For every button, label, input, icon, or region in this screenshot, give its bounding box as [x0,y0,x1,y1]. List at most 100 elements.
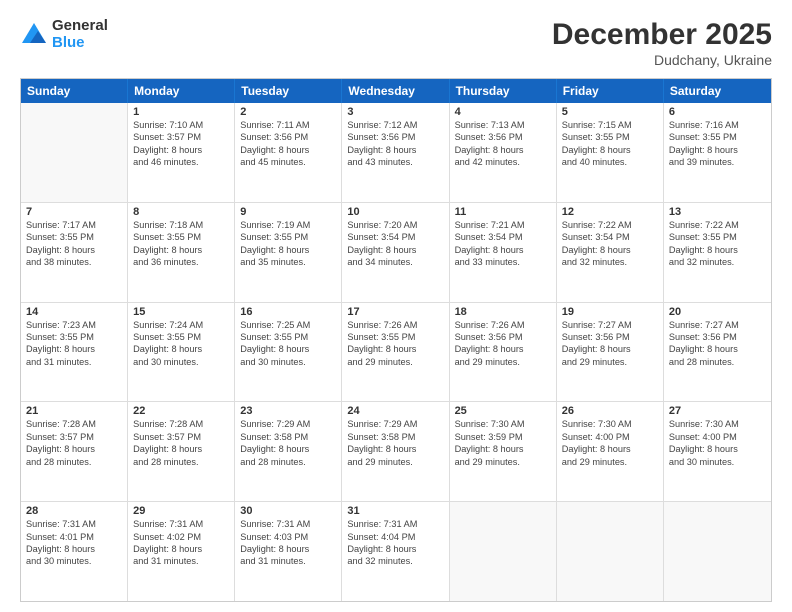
daylight-line: Daylight: 8 hours [562,144,658,156]
sunrise-line: Sunrise: 7:22 AM [669,219,766,231]
daylight-line2: and 36 minutes. [133,256,229,268]
sunrise-line: Sunrise: 7:31 AM [133,518,229,530]
daylight-line2: and 30 minutes. [133,356,229,368]
daylight-line2: and 28 minutes. [669,356,766,368]
sunset-line: Sunset: 3:55 PM [133,331,229,343]
sunrise-line: Sunrise: 7:30 AM [562,418,658,430]
sunrise-line: Sunrise: 7:21 AM [455,219,551,231]
daylight-line2: and 28 minutes. [240,456,336,468]
day-number: 22 [133,405,229,417]
daylight-line2: and 35 minutes. [240,256,336,268]
day-number: 18 [455,306,551,318]
daylight-line2: and 29 minutes. [562,456,658,468]
sunrise-line: Sunrise: 7:18 AM [133,219,229,231]
day-number: 17 [347,306,443,318]
sunset-line: Sunset: 4:03 PM [240,531,336,543]
sunset-line: Sunset: 3:56 PM [455,331,551,343]
sunset-line: Sunset: 4:04 PM [347,531,443,543]
header-day-saturday: Saturday [664,79,771,103]
calendar-cell [450,502,557,601]
sunrise-line: Sunrise: 7:31 AM [347,518,443,530]
daylight-line2: and 29 minutes. [455,456,551,468]
daylight-line: Daylight: 8 hours [562,443,658,455]
sunset-line: Sunset: 3:58 PM [240,431,336,443]
daylight-line: Daylight: 8 hours [669,443,766,455]
sunset-line: Sunset: 3:55 PM [26,231,122,243]
sunrise-line: Sunrise: 7:13 AM [455,119,551,131]
calendar-cell: 13Sunrise: 7:22 AMSunset: 3:55 PMDayligh… [664,203,771,302]
sunrise-line: Sunrise: 7:23 AM [26,319,122,331]
calendar-cell [557,502,664,601]
daylight-line: Daylight: 8 hours [133,443,229,455]
sunrise-line: Sunrise: 7:29 AM [347,418,443,430]
day-number: 10 [347,206,443,218]
calendar-cell: 8Sunrise: 7:18 AMSunset: 3:55 PMDaylight… [128,203,235,302]
daylight-line2: and 28 minutes. [133,456,229,468]
daylight-line: Daylight: 8 hours [455,443,551,455]
sunset-line: Sunset: 4:00 PM [669,431,766,443]
daylight-line: Daylight: 8 hours [133,343,229,355]
logo-icon [20,21,48,49]
day-number: 11 [455,206,551,218]
sunrise-line: Sunrise: 7:31 AM [240,518,336,530]
header-day-thursday: Thursday [450,79,557,103]
calendar-cell: 31Sunrise: 7:31 AMSunset: 4:04 PMDayligh… [342,502,449,601]
header-day-wednesday: Wednesday [342,79,449,103]
day-number: 27 [669,405,766,417]
calendar-cell: 28Sunrise: 7:31 AMSunset: 4:01 PMDayligh… [21,502,128,601]
calendar-cell: 12Sunrise: 7:22 AMSunset: 3:54 PMDayligh… [557,203,664,302]
calendar-cell: 10Sunrise: 7:20 AMSunset: 3:54 PMDayligh… [342,203,449,302]
header: General Blue December 2025 Dudchany, Ukr… [20,18,772,68]
day-number: 26 [562,405,658,417]
logo-general: General [52,18,108,35]
calendar-cell: 11Sunrise: 7:21 AMSunset: 3:54 PMDayligh… [450,203,557,302]
calendar-cell: 25Sunrise: 7:30 AMSunset: 3:59 PMDayligh… [450,402,557,501]
calendar-cell: 27Sunrise: 7:30 AMSunset: 4:00 PMDayligh… [664,402,771,501]
daylight-line: Daylight: 8 hours [669,144,766,156]
sunset-line: Sunset: 3:55 PM [26,331,122,343]
calendar-cell: 16Sunrise: 7:25 AMSunset: 3:55 PMDayligh… [235,303,342,402]
daylight-line2: and 29 minutes. [347,456,443,468]
logo-text: General Blue [52,18,108,51]
calendar-cell: 5Sunrise: 7:15 AMSunset: 3:55 PMDaylight… [557,103,664,202]
sunset-line: Sunset: 3:55 PM [669,131,766,143]
page: General Blue December 2025 Dudchany, Ukr… [0,0,792,612]
daylight-line2: and 40 minutes. [562,156,658,168]
daylight-line: Daylight: 8 hours [240,343,336,355]
sunset-line: Sunset: 3:55 PM [669,231,766,243]
daylight-line: Daylight: 8 hours [347,443,443,455]
daylight-line: Daylight: 8 hours [26,244,122,256]
sunrise-line: Sunrise: 7:19 AM [240,219,336,231]
daylight-line2: and 29 minutes. [455,356,551,368]
calendar-row-2: 14Sunrise: 7:23 AMSunset: 3:55 PMDayligh… [21,302,771,402]
sunrise-line: Sunrise: 7:28 AM [26,418,122,430]
daylight-line2: and 46 minutes. [133,156,229,168]
sunrise-line: Sunrise: 7:29 AM [240,418,336,430]
sunrise-line: Sunrise: 7:17 AM [26,219,122,231]
calendar: SundayMondayTuesdayWednesdayThursdayFrid… [20,78,772,602]
sunrise-line: Sunrise: 7:31 AM [26,518,122,530]
daylight-line: Daylight: 8 hours [26,443,122,455]
sunrise-line: Sunrise: 7:22 AM [562,219,658,231]
calendar-cell: 22Sunrise: 7:28 AMSunset: 3:57 PMDayligh… [128,402,235,501]
sunrise-line: Sunrise: 7:27 AM [669,319,766,331]
sunrise-line: Sunrise: 7:30 AM [669,418,766,430]
sunrise-line: Sunrise: 7:30 AM [455,418,551,430]
calendar-cell: 1Sunrise: 7:10 AMSunset: 3:57 PMDaylight… [128,103,235,202]
sunset-line: Sunset: 3:55 PM [347,331,443,343]
sunrise-line: Sunrise: 7:26 AM [455,319,551,331]
daylight-line2: and 32 minutes. [347,555,443,567]
sunset-line: Sunset: 3:57 PM [133,131,229,143]
daylight-line2: and 32 minutes. [562,256,658,268]
sunset-line: Sunset: 3:54 PM [347,231,443,243]
calendar-row-4: 28Sunrise: 7:31 AMSunset: 4:01 PMDayligh… [21,501,771,601]
daylight-line2: and 29 minutes. [562,356,658,368]
daylight-line: Daylight: 8 hours [133,144,229,156]
daylight-line: Daylight: 8 hours [669,244,766,256]
calendar-cell: 14Sunrise: 7:23 AMSunset: 3:55 PMDayligh… [21,303,128,402]
sunset-line: Sunset: 3:57 PM [133,431,229,443]
calendar-cell: 6Sunrise: 7:16 AMSunset: 3:55 PMDaylight… [664,103,771,202]
sunset-line: Sunset: 4:01 PM [26,531,122,543]
sunset-line: Sunset: 3:54 PM [562,231,658,243]
day-number: 3 [347,106,443,118]
